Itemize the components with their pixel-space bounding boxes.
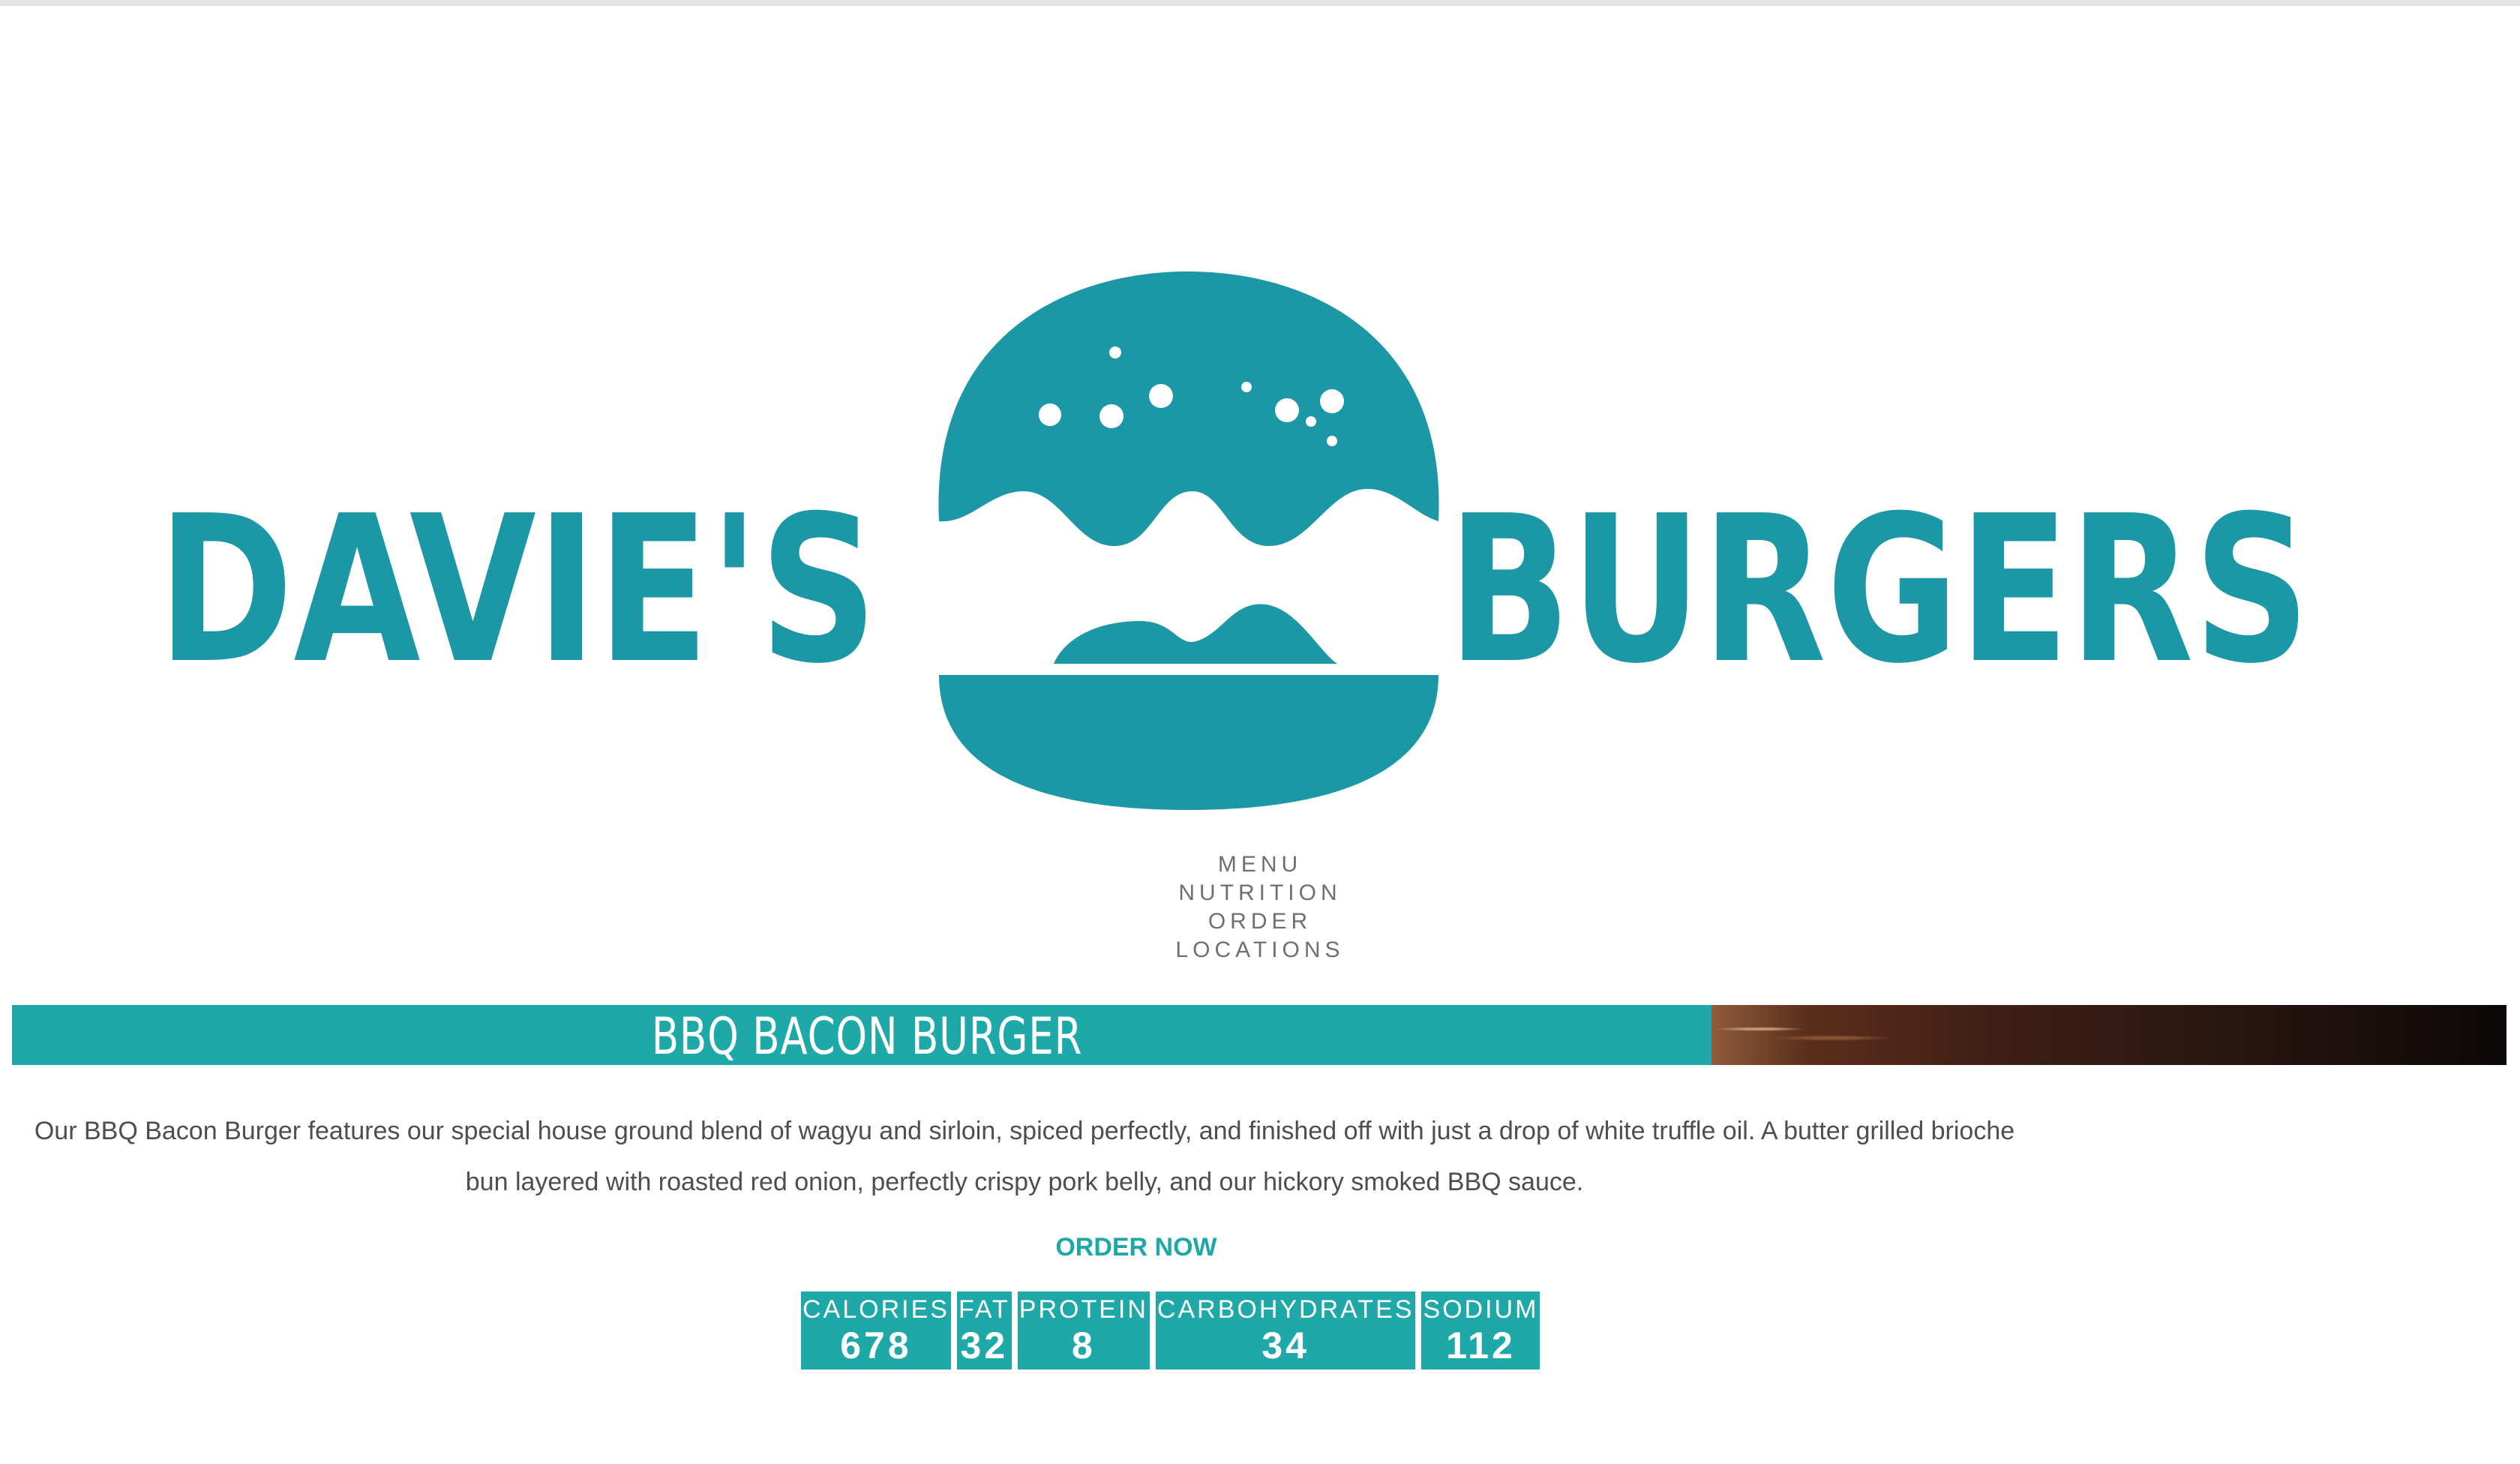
brand-logo[interactable]: DAVIE'S BURGERS (165, 262, 2355, 818)
product-banner: BBQ BACON BURGER (12, 1005, 2506, 1065)
nav-item-locations[interactable]: LOCATIONS (1110, 936, 1410, 964)
nutrition-value: 678 (840, 1324, 912, 1366)
product-description: Our BBQ Bacon Burger features our specia… (34, 1117, 2015, 1196)
nutrition-facts: CALORIES 678 FAT 32 PROTEIN 8 CARBOHYDRA… (801, 1292, 1540, 1370)
nav-item-menu[interactable]: MENU (1110, 850, 1410, 879)
nutrition-stat-carbohydrates: CARBOHYDRATES 34 (1155, 1292, 1416, 1370)
logo-text-left: DAVIE'S (165, 472, 878, 708)
burger-icon (938, 272, 1439, 810)
nutrition-value: 32 (960, 1324, 1009, 1366)
nutrition-stat-fat: FAT 32 (956, 1292, 1012, 1370)
product-title: BBQ BACON BURGER (651, 1007, 1083, 1065)
order-now-link[interactable]: ORDER NOW (975, 1233, 1298, 1262)
logo-graphic: DAVIE'S BURGERS (165, 272, 2310, 810)
logo-text-right: BURGERS (1448, 472, 2310, 708)
nutrition-label: FAT (958, 1295, 1010, 1324)
nutrition-value: 8 (1071, 1324, 1096, 1366)
nutrition-label: CALORIES (802, 1295, 950, 1324)
nutrition-value: 34 (1262, 1324, 1310, 1366)
nutrition-label: PROTEIN (1018, 1295, 1148, 1324)
top-border (0, 0, 2520, 6)
nutrition-label: SODIUM (1423, 1295, 1539, 1324)
nutrition-value: 112 (1446, 1324, 1516, 1366)
nutrition-stat-sodium: SODIUM 112 (1421, 1292, 1540, 1370)
nutrition-label: CARBOHYDRATES (1156, 1295, 1414, 1324)
nav-item-order[interactable]: ORDER (1110, 908, 1410, 936)
product-photo (1712, 1005, 2506, 1065)
nutrition-stat-calories: CALORIES 678 (801, 1292, 951, 1370)
main-nav: MENU NUTRITION ORDER LOCATIONS (1110, 850, 1410, 964)
nav-item-nutrition[interactable]: NUTRITION (1110, 879, 1410, 908)
nutrition-stat-protein: PROTEIN 8 (1017, 1292, 1150, 1370)
